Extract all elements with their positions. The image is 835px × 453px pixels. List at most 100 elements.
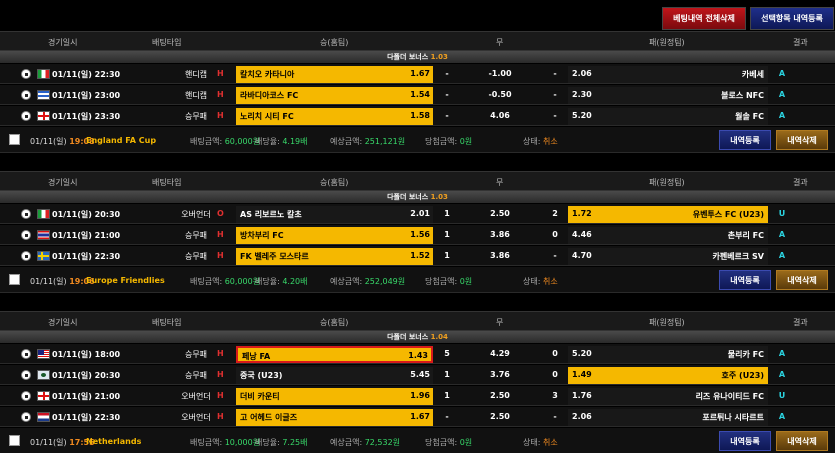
odds-info: 배당율: 7.25배 — [255, 437, 308, 448]
home-odds: 1.67 — [410, 69, 430, 78]
home-score: 1 — [444, 391, 450, 400]
home-team-name: 방차부리 FC — [240, 231, 284, 240]
expect-label: 예상금액: — [330, 438, 363, 447]
bet-type: 핸디캡 — [184, 91, 208, 100]
odds-value: 4.19배 — [282, 137, 308, 146]
home-team-cell[interactable]: FK 벨레주 모스타르 1.52 — [236, 248, 433, 265]
multi-fold-bonus: 다폴더 보너스 1.03 — [0, 191, 835, 203]
header-date: 경기일시 — [48, 178, 78, 187]
multi-fold-bonus: 다폴더 보너스 1.04 — [0, 331, 835, 343]
home-team-cell[interactable]: 라바디아코스 FC 1.54 — [236, 87, 433, 104]
register-history-button[interactable]: 내역등록 — [719, 270, 771, 290]
slip-footer: 01/11(일) 17:55 Netherlands 배팅금액: 10,000원 배당… — [0, 428, 835, 453]
register-history-button[interactable]: 내역등록 — [719, 130, 771, 150]
match-result: U — [778, 209, 786, 218]
home-team-name: FK 벨레주 모스타르 — [240, 252, 309, 261]
draw-odds[interactable]: 2.50 — [470, 209, 530, 218]
slip-checkbox[interactable] — [9, 134, 20, 145]
draw-odds[interactable]: 2.50 — [470, 412, 530, 421]
draw-odds[interactable]: 2.50 — [470, 391, 530, 400]
register-history-button[interactable]: 내역등록 — [719, 431, 771, 451]
away-team-cell[interactable]: 2.06 포르튀나 시타르트 — [568, 409, 768, 426]
home-odds: 1.54 — [410, 90, 430, 99]
soccer-ball-icon — [21, 349, 31, 359]
away-team-cell[interactable]: 2.30 볼로스 NFC — [568, 87, 768, 104]
slip-date: 01/11(일) — [30, 137, 67, 146]
bet-mark: H — [217, 391, 224, 400]
match-row: 01/11(일) 23:30 승무패 H 노리치 시티 FC 1.58 - 4.06 - 5.2… — [0, 106, 835, 126]
away-team-cell[interactable]: 1.49 호주 (U23) — [568, 367, 768, 384]
bet-type: 승무패 — [184, 231, 208, 240]
expect-info: 예상금액: 72,532원 — [330, 437, 400, 448]
header-draw: 무 — [496, 318, 504, 327]
league-name: Europe Friendlies — [86, 276, 165, 285]
draw-odds[interactable]: 4.29 — [470, 349, 530, 358]
bet-mark: O — [217, 209, 224, 218]
match-result: A — [778, 69, 786, 78]
country-flag-icon — [37, 69, 50, 79]
home-team-cell[interactable]: 칼치오 카타니아 1.67 — [236, 66, 433, 83]
delete-history-button[interactable]: 내역삭제 — [776, 270, 828, 290]
draw-odds[interactable]: 3.86 — [470, 251, 530, 260]
expect-info: 예상금액: 252,049원 — [330, 276, 405, 287]
header-home: 승(홈팀) — [320, 318, 349, 327]
match-row: 01/11(일) 20:30 승무패 H 중국 (U23) 5.45 1 3.76 0 1.49… — [0, 365, 835, 385]
odds-info: 배당율: 4.19배 — [255, 136, 308, 147]
odds-label: 배당율: — [255, 438, 280, 447]
country-flag-icon — [37, 412, 50, 422]
match-row: 01/11(일) 22:30 오버언더 H 고 어헤드 이글즈 1.67 - 2.50 - 2.… — [0, 407, 835, 427]
state-value: 취소 — [542, 438, 558, 447]
draw-odds[interactable]: 4.06 — [470, 111, 530, 120]
home-team-name: 칼치오 카타니아 — [240, 70, 295, 79]
match-row: 01/11(일) 21:00 승무패 H 방차부리 FC 1.56 1 3.86 0 4.46 촌… — [0, 225, 835, 245]
home-team-cell[interactable]: 중국 (U23) 5.45 — [236, 367, 433, 384]
home-team-cell[interactable]: 노리치 시티 FC 1.58 — [236, 108, 433, 125]
draw-odds[interactable]: 3.76 — [470, 370, 530, 379]
slip-checkbox[interactable] — [9, 435, 20, 446]
register-selected-button[interactable]: 선택항목 내역등록 — [750, 7, 834, 30]
away-team-cell[interactable]: 1.76 리즈 유나이티드 FC — [568, 388, 768, 405]
away-team-cell[interactable]: 5.20 월솔 FC — [568, 108, 768, 125]
away-odds: 5.20 — [572, 111, 592, 120]
delete-history-button[interactable]: 내역삭제 — [776, 130, 828, 150]
bet-mark: H — [217, 412, 224, 421]
away-odds: 5.20 — [572, 349, 592, 358]
home-team-cell[interactable]: 고 어헤드 이글즈 1.67 — [236, 409, 433, 426]
header-date: 경기일시 — [48, 318, 78, 327]
home-team-name: 중국 (U23) — [240, 371, 283, 380]
home-odds: 1.52 — [410, 251, 430, 260]
state-label: 상태: — [523, 277, 541, 286]
away-team-cell[interactable]: 4.70 카펜베르크 SV — [568, 248, 768, 265]
home-team-cell[interactable]: AS 리보르노 칼초 2.01 — [236, 206, 433, 223]
match-result: A — [778, 251, 786, 260]
away-team-cell[interactable]: 1.72 유벤투스 FC (U23) — [568, 206, 768, 223]
delete-history-button[interactable]: 내역삭제 — [776, 431, 828, 451]
header-result: 결과 — [793, 318, 808, 327]
home-team-cell[interactable]: 방차부리 FC 1.56 — [236, 227, 433, 244]
top-toolbar: 베팅내역 전체삭제 선택항목 내역등록 — [0, 0, 835, 30]
header-bet-type: 배팅타입 — [152, 38, 182, 47]
expect-info: 예상금액: 251,121원 — [330, 136, 405, 147]
draw-odds[interactable]: -0.50 — [470, 90, 530, 99]
home-team-cell[interactable]: 페낭 FA 1.43 — [236, 346, 433, 363]
home-odds: 2.01 — [410, 209, 430, 218]
away-team-cell[interactable]: 5.20 물리카 FC — [568, 346, 768, 363]
draw-odds[interactable]: -1.00 — [470, 69, 530, 78]
delete-all-button[interactable]: 베팅내역 전체삭제 — [662, 7, 746, 30]
home-team-cell[interactable]: 더비 카운티 1.96 — [236, 388, 433, 405]
home-score: - — [445, 111, 449, 120]
column-header: 경기일시 배팅타입 승(홈팀) 무 패(원정팀) 결과 — [0, 311, 835, 331]
country-flag-icon — [37, 111, 50, 121]
match-time: 01/11(일) 23:00 — [52, 91, 121, 100]
home-score: 1 — [444, 370, 450, 379]
match-time: 01/11(일) 20:30 — [52, 371, 121, 380]
match-result: A — [778, 230, 786, 239]
away-team-cell[interactable]: 2.06 카베세 — [568, 66, 768, 83]
away-team-name: 촌부리 FC — [727, 231, 764, 240]
slip-checkbox[interactable] — [9, 274, 20, 285]
away-score: - — [553, 412, 557, 421]
draw-odds[interactable]: 3.86 — [470, 230, 530, 239]
match-result: U — [778, 391, 786, 400]
bet-info: 배팅금액: 10,000원 — [190, 437, 260, 448]
away-team-cell[interactable]: 4.46 촌부리 FC — [568, 227, 768, 244]
